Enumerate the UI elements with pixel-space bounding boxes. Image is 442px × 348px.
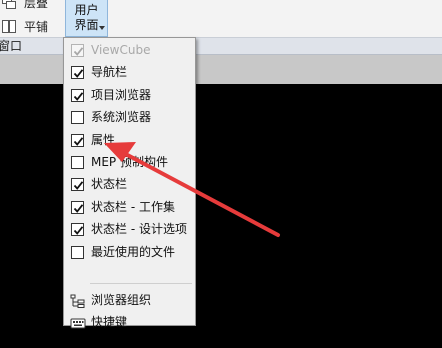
checkbox[interactable] <box>71 88 84 102</box>
checkbox <box>71 44 84 57</box>
menu-item-mep-fabrication-parts[interactable]: MEP 预制构件 <box>64 152 195 174</box>
menu-item-system-browser[interactable]: 系统浏览器 <box>64 107 195 129</box>
menu-item-keyboard-shortcuts[interactable]: 快捷键 <box>64 312 195 334</box>
menu-item-recent-files[interactable]: 最近使用的文件 <box>64 242 195 264</box>
window-panel-label: 窗口 <box>0 39 23 53</box>
keyboard-icon <box>70 318 86 329</box>
checkbox[interactable] <box>71 245 84 259</box>
menu-item-label: 状态栏 - 设计选项 <box>91 222 187 237</box>
menu-item-label: 浏览器组织 <box>91 293 152 307</box>
checkbox[interactable] <box>71 178 84 192</box>
checkbox[interactable] <box>71 223 84 237</box>
checkmark-icon <box>73 92 84 101</box>
menu-item-label: 状态栏 - 工作集 <box>91 199 175 214</box>
checkmark-icon <box>73 69 84 79</box>
checkmark-icon <box>73 136 84 146</box>
checkmark-icon <box>73 226 84 236</box>
checkbox[interactable] <box>71 133 84 147</box>
menu-item-label: 系统浏览器 <box>91 110 152 125</box>
stack-windows-icon <box>2 0 16 9</box>
menu-item-label: 状态栏 <box>91 177 128 192</box>
user-interface-menu: ViewCube 导航栏项目浏览器系统浏览器属性 MEP 预制构件 状态栏状态栏 - … <box>63 37 196 329</box>
checkmark-icon <box>73 204 84 213</box>
menu-item-label: 导航栏 <box>91 65 128 80</box>
menu-item-label: ViewCube <box>91 43 151 57</box>
menu-item-navigation-bar[interactable]: 导航栏 <box>64 62 195 84</box>
checkmark-icon <box>73 181 84 191</box>
checkbox[interactable] <box>71 111 84 125</box>
tile-windows-label: 平铺 <box>24 20 49 34</box>
checkbox[interactable] <box>71 66 84 80</box>
chevron-down-icon <box>99 26 105 30</box>
menu-separator <box>90 283 192 284</box>
tile-windows-icon <box>2 20 16 33</box>
ribbon: 层叠 平铺 用户 界面 <box>0 0 442 37</box>
menu-item-label: MEP 预制构件 <box>91 155 168 169</box>
menu-item-project-browser[interactable]: 项目浏览器 <box>64 85 195 107</box>
stack-windows-label: 层叠 <box>24 0 49 10</box>
checkbox[interactable] <box>71 200 84 214</box>
menu-item-label: 最近使用的文件 <box>91 244 176 259</box>
menu-item-viewcube: ViewCube <box>64 40 195 62</box>
menu-item-properties[interactable]: 属性 <box>64 130 195 152</box>
menu-item-label: 属性 <box>91 132 116 147</box>
user-interface-button[interactable]: 用户 界面 <box>65 0 108 37</box>
menu-item-label: 快捷键 <box>91 315 128 329</box>
browser-organization-icon <box>70 294 85 308</box>
menu-item-label: 项目浏览器 <box>91 87 152 102</box>
checkmark-icon <box>73 47 84 56</box>
menu-item-status-bar-worksets[interactable]: 状态栏 - 工作集 <box>64 197 195 219</box>
menu-item-status-bar[interactable]: 状态栏 <box>64 174 195 196</box>
user-interface-label-line1: 用户 <box>74 3 99 17</box>
menu-item-browser-organization[interactable]: 浏览器组织 <box>64 290 195 312</box>
checkbox[interactable] <box>71 156 84 169</box>
menu-item-status-bar-design-options[interactable]: 状态栏 - 设计选项 <box>64 219 195 241</box>
